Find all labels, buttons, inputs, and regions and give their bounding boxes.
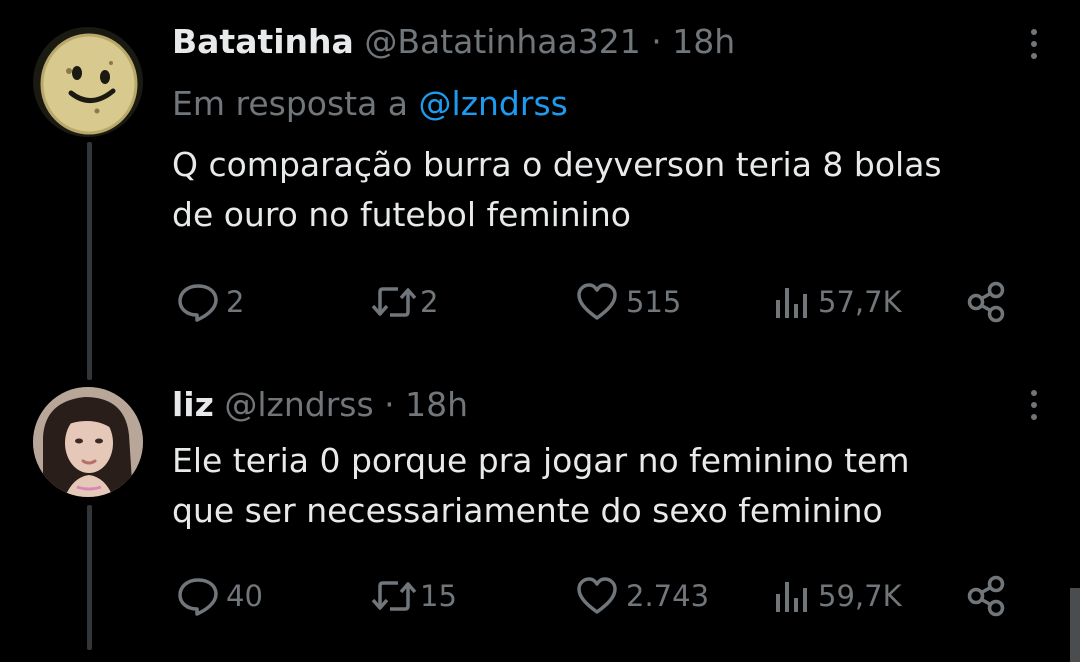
display-name[interactable]: Batatinha [172, 22, 354, 61]
repost-arrows-icon [371, 287, 417, 317]
separator-dot: · [384, 385, 395, 424]
repost-button[interactable]: 15 [368, 571, 457, 621]
vertical-ellipsis-icon [1031, 29, 1037, 35]
avatar[interactable] [33, 387, 143, 497]
thread-connector-line [87, 505, 92, 650]
views-button[interactable]: 57,7K [772, 277, 902, 327]
share-nodes-icon [967, 281, 1005, 323]
speech-bubble-icon [178, 578, 218, 616]
like-count: 2.743 [626, 579, 710, 613]
user-handle[interactable]: @lzndrss [224, 385, 373, 424]
timestamp[interactable]: 18h [672, 22, 735, 61]
reply-button[interactable]: 2 [176, 277, 244, 327]
share-button[interactable] [964, 571, 1012, 621]
user-handle[interactable]: @Batatinhaa321 [364, 22, 640, 61]
vertical-ellipsis-icon [1031, 402, 1037, 408]
heart-icon [577, 577, 617, 614]
vertical-ellipsis-icon [1031, 53, 1037, 59]
avatar[interactable] [33, 27, 143, 137]
bar-chart-icon [776, 288, 807, 318]
heart-icon [577, 283, 617, 320]
tweet-liz[interactable]: liz @lzndrss · 18h Ele teria 0 porque pr… [172, 385, 1060, 645]
timestamp[interactable]: 18h [405, 385, 468, 424]
scrollbar-thumb[interactable] [1070, 588, 1080, 662]
tweet-text-line: de ouro no futebol feminino [172, 195, 631, 234]
like-count: 515 [626, 285, 682, 319]
like-button[interactable]: 515 [574, 277, 681, 327]
tweet-header: liz @lzndrss · 18h [172, 385, 468, 425]
view-count: 59,7K [818, 579, 902, 613]
tweet-text-line: Q comparação burra o deyverson teria 8 b… [172, 145, 942, 184]
reply-count: 2 [226, 285, 245, 319]
reply-context: Em resposta a @lzndrss [172, 84, 568, 124]
bar-chart-icon [776, 582, 807, 612]
tweet-batatinha[interactable]: Batatinha @Batatinhaa321 · 18h Em respos… [172, 22, 1060, 332]
separator-dot: · [651, 22, 662, 61]
tweet-text-line: Ele teria 0 porque pra jogar no feminino… [172, 441, 910, 480]
share-nodes-icon [967, 575, 1005, 617]
vertical-ellipsis-icon [1031, 390, 1037, 396]
tweet-actions: 40 15 2.743 59,7K [172, 571, 1032, 621]
speech-bubble-icon [178, 284, 218, 322]
tweet-actions: 2 2 515 57,7K [172, 277, 1032, 327]
tweet-text: Ele teria 0 porque pra jogar no feminino… [172, 436, 1052, 536]
like-button[interactable]: 2.743 [574, 571, 709, 621]
profile-photo-image [33, 387, 143, 497]
vertical-ellipsis-icon [1031, 41, 1037, 47]
repost-count: 15 [420, 579, 457, 613]
tweet-text-line: que ser necessariamente do sexo feminino [172, 491, 883, 530]
reply-button[interactable]: 40 [176, 571, 263, 621]
repost-button[interactable]: 2 [368, 277, 438, 327]
reply-prefix: Em resposta a [172, 84, 409, 123]
views-button[interactable]: 59,7K [772, 571, 902, 621]
reply-count: 40 [226, 579, 263, 613]
display-name[interactable]: liz [172, 385, 214, 424]
repost-arrows-icon [371, 581, 417, 611]
potato-avatar-image [33, 27, 143, 137]
view-count: 57,7K [818, 285, 902, 319]
tweet-header: Batatinha @Batatinhaa321 · 18h [172, 22, 735, 62]
thread-connector-line [87, 142, 92, 380]
more-options-button[interactable] [1030, 26, 1038, 62]
reply-mention-link[interactable]: @lzndrss [419, 84, 568, 123]
vertical-ellipsis-icon [1031, 414, 1037, 420]
repost-count: 2 [420, 285, 439, 319]
tweet-text: Q comparação burra o deyverson teria 8 b… [172, 140, 1052, 240]
more-options-button[interactable] [1030, 387, 1038, 423]
share-button[interactable] [964, 277, 1012, 327]
